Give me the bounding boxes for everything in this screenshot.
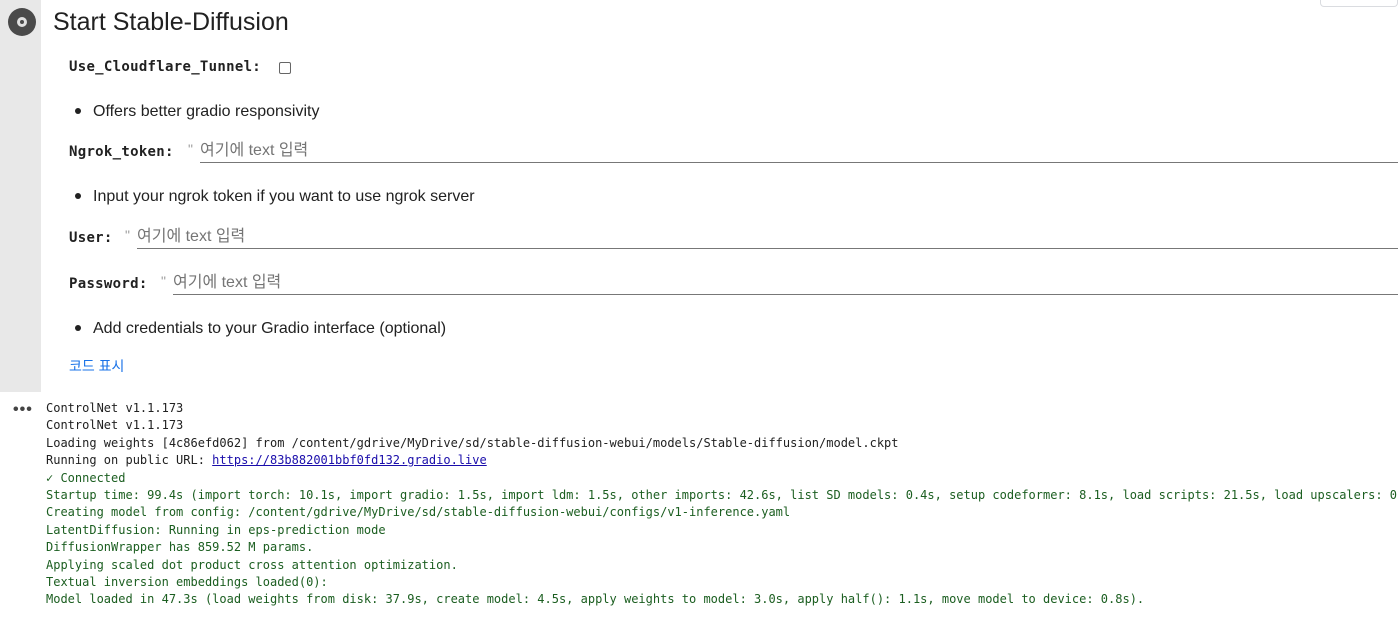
output-line: ControlNet v1.1.173: [46, 418, 184, 433]
more-horizontal-icon[interactable]: •••: [13, 401, 33, 419]
connected-status: ✓ Connected: [46, 470, 126, 485]
ngrok-label: Ngrok_token:: [69, 144, 174, 160]
password-field[interactable]: ": [161, 273, 1398, 295]
bullet-dot: [75, 192, 81, 199]
output-line: Loading weights [4c86efd062] from /conte…: [46, 435, 899, 450]
url-prefix: Running on public URL:: [46, 453, 213, 468]
ngrok-note: Input your ngrok token if you want to us…: [75, 188, 475, 206]
credentials-note-text: Add credentials to your Gradio interface…: [93, 320, 447, 337]
output-line: Creating model from config: /content/gdr…: [46, 505, 791, 520]
cloudflare-note-text: Offers better gradio responsivity: [93, 103, 320, 120]
quote-mark: ": [125, 227, 130, 243]
ngrok-field[interactable]: ": [188, 141, 1398, 163]
cell-gutter: [0, 0, 41, 392]
cell-title: Start Stable-Diffusion: [53, 8, 289, 36]
output-line: DiffusionWrapper has 859.52 M params.: [46, 540, 314, 555]
user-input[interactable]: [137, 227, 1398, 247]
run-cell-button[interactable]: [8, 8, 36, 36]
ngrok-note-text: Input your ngrok token if you want to us…: [93, 188, 475, 205]
password-input[interactable]: [173, 273, 1398, 293]
output-line: LatentDiffusion: Running in eps-predicti…: [46, 522, 386, 537]
output-line: Model loaded in 47.3s (load weights from…: [46, 592, 1145, 607]
ngrok-input[interactable]: [200, 141, 1398, 161]
show-code-link[interactable]: 코드 표시: [69, 356, 124, 376]
bullet-dot: [75, 107, 81, 114]
output-line: Textual inversion embeddings loaded(0):: [46, 575, 328, 590]
user-label: User:: [69, 230, 113, 246]
cell-output: ControlNet v1.1.173 ControlNet v1.1.173 …: [46, 400, 1398, 609]
output-line: ControlNet v1.1.173: [46, 401, 184, 415]
password-label: Password:: [69, 276, 148, 292]
cloudflare-checkbox[interactable]: [279, 62, 291, 74]
credentials-note: Add credentials to your Gradio interface…: [75, 320, 446, 338]
quote-mark: ": [188, 141, 193, 157]
output-line: Applying scaled dot product cross attent…: [46, 557, 458, 572]
quote-mark: ": [161, 273, 166, 289]
stop-icon: [17, 17, 27, 27]
cloudflare-label: Use_Cloudflare_Tunnel:: [69, 59, 262, 75]
cell-toolbar: [1320, 0, 1398, 7]
public-url-link[interactable]: https://83b882001bbf0fd132.gradio.live: [212, 453, 487, 467]
cloudflare-note: Offers better gradio responsivity: [75, 103, 319, 121]
bullet-dot: [75, 324, 81, 331]
output-line-url: Running on public URL: https://83b882001…: [46, 452, 1398, 469]
user-field[interactable]: ": [125, 227, 1398, 249]
output-line: Startup time: 99.4s (import torch: 10.1s…: [46, 488, 1398, 503]
